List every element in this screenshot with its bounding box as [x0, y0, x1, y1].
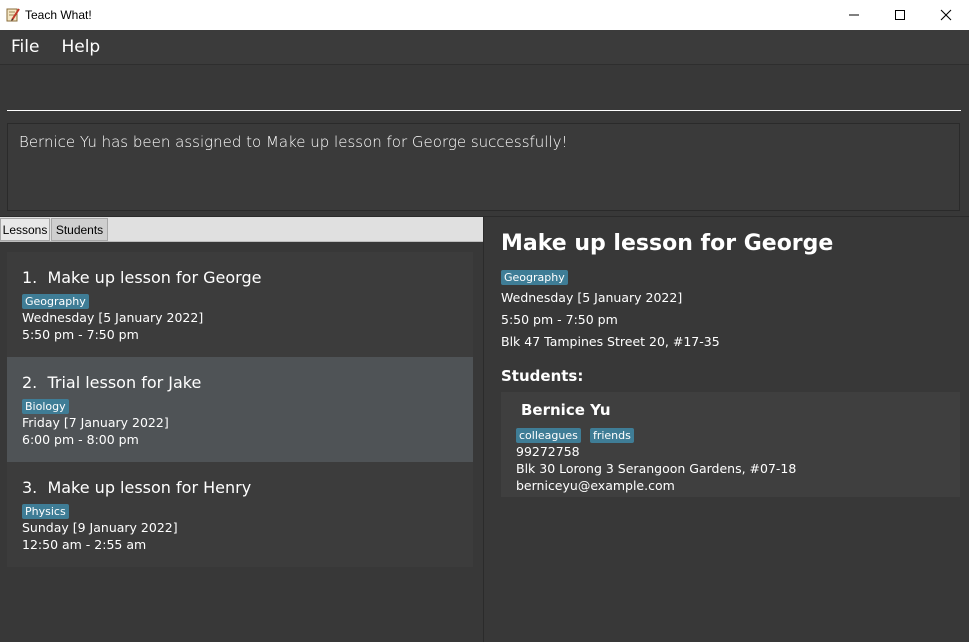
title-bar: Teach What!: [0, 0, 969, 30]
menu-file[interactable]: File: [0, 30, 50, 65]
window-controls: [831, 0, 969, 30]
students-heading: Students:: [501, 367, 584, 385]
lesson-time: 5:50 pm - 7:50 pm: [22, 327, 139, 342]
tab-bar: Lessons Students: [0, 217, 483, 242]
lesson-detail-panel: Make up lesson for George Geography Wedn…: [484, 217, 969, 642]
command-box: [7, 70, 961, 111]
maximize-icon: [895, 10, 905, 20]
lesson-card[interactable]: 3. Make up lesson for Henry Physics Sund…: [7, 462, 473, 567]
detail-date: Wednesday [5 January 2022]: [501, 290, 683, 305]
lesson-index: 3.: [22, 478, 38, 497]
app-notepad-icon: [5, 7, 21, 23]
minimize-button[interactable]: [831, 0, 877, 30]
menu-help[interactable]: Help: [50, 30, 111, 65]
lesson-card[interactable]: 2. Trial lesson for Jake Biology Friday …: [7, 357, 473, 462]
maximize-button[interactable]: [877, 0, 923, 30]
detail-address: Blk 47 Tampines Street 20, #17-35: [501, 334, 720, 349]
lesson-name: Make up lesson for George: [47, 268, 262, 287]
minimize-icon: [849, 14, 859, 16]
student-tag: colleagues: [516, 428, 581, 443]
subject-tag: Geography: [22, 294, 89, 309]
student-name: Bernice Yu: [521, 401, 611, 419]
lesson-date: Friday [7 January 2022]: [22, 415, 169, 430]
lesson-title: 1. Make up lesson for George: [22, 266, 458, 290]
menu-bar: File Help: [0, 30, 969, 65]
lesson-index: 2.: [22, 373, 38, 392]
close-button[interactable]: [923, 0, 969, 30]
student-address: Blk 30 Lorong 3 Serangoon Gardens, #07-1…: [516, 461, 797, 476]
subject-tag: Biology: [22, 399, 69, 414]
subject-tag: Physics: [22, 504, 69, 519]
student-phone: 99272758: [516, 444, 580, 459]
lesson-date: Sunday [9 January 2022]: [22, 520, 178, 535]
lesson-name: Make up lesson for Henry: [47, 478, 252, 497]
lesson-time: 6:00 pm - 8:00 pm: [22, 432, 139, 447]
lesson-title: 3. Make up lesson for Henry: [22, 476, 458, 500]
lesson-card[interactable]: 1. Make up lesson for George Geography W…: [7, 252, 473, 357]
tab-lessons[interactable]: Lessons: [0, 218, 50, 241]
student-tags: colleagues friends: [516, 424, 945, 443]
lesson-index: 1.: [22, 268, 38, 287]
student-tag: friends: [589, 428, 634, 443]
tab-students[interactable]: Students: [51, 218, 108, 241]
detail-subject-tag: Geography: [501, 270, 568, 285]
detail-time: 5:50 pm - 7:50 pm: [501, 312, 618, 327]
result-message: Bernice Yu has been assigned to Make up …: [19, 133, 568, 151]
left-panel: Lessons Students 1. Make up lesson for G…: [0, 217, 483, 642]
lesson-title: 2. Trial lesson for Jake: [22, 371, 458, 395]
student-card[interactable]: Bernice Yu colleagues friends 99272758 B…: [501, 392, 960, 497]
lesson-time: 12:50 am - 2:55 am: [22, 537, 147, 552]
student-email: berniceyu@example.com: [516, 478, 675, 493]
lesson-date: Wednesday [5 January 2022]: [22, 310, 204, 325]
lesson-name: Trial lesson for Jake: [47, 373, 202, 392]
result-display: Bernice Yu has been assigned to Make up …: [7, 123, 960, 211]
detail-title: Make up lesson for George: [501, 231, 834, 256]
close-icon: [940, 9, 952, 21]
lesson-list: 1. Make up lesson for George Geography W…: [7, 252, 473, 567]
command-input[interactable]: [7, 70, 961, 110]
window-title: Teach What!: [25, 8, 92, 22]
